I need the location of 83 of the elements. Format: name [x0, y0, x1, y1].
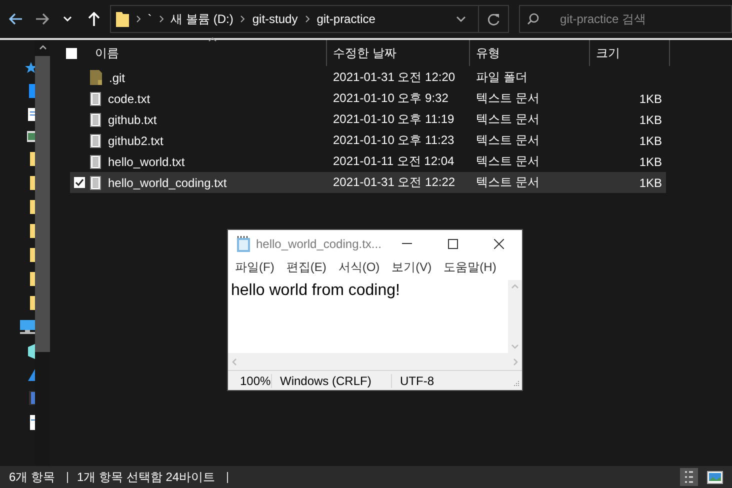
chevron-icon	[240, 15, 246, 23]
monitor-icon[interactable]	[20, 320, 35, 334]
selection-info: 1개 항목 선택함 24바이트	[77, 468, 216, 486]
menu-item[interactable]: 서식(O)	[333, 259, 385, 276]
text-file-icon	[90, 134, 101, 148]
file-row[interactable]: hello_world_coding.txt 2021-01-31 오전 12:22 텍스트 문서 1KB	[70, 172, 666, 193]
file-name[interactable]: hello_world_coding.txt	[108, 176, 227, 190]
file-type: 텍스트 문서	[475, 174, 540, 191]
status-text: UTF-8	[399, 374, 435, 388]
scrollbar-thumb[interactable]	[35, 56, 50, 352]
window-title: hello_world_coding.tx...	[256, 236, 382, 250]
details-list-icon[interactable]	[684, 470, 694, 484]
file-name[interactable]: github2.txt	[108, 134, 164, 148]
modified-date: 2021-01-10 오후 9:32	[332, 90, 450, 107]
folder-icon	[90, 70, 102, 85]
text-file-icon	[90, 176, 101, 190]
star-icon[interactable]	[25, 62, 35, 74]
modified-date: 2021-01-10 오후 11:19	[332, 111, 456, 128]
row-checkbox[interactable]	[74, 177, 84, 188]
text-file-icon	[90, 92, 101, 106]
file-size: 1KB	[638, 176, 663, 190]
file-row[interactable]: .git 2021-01-31 오전 12:20 파일 폴더	[70, 67, 666, 88]
document-icon[interactable]	[30, 415, 35, 430]
menu-item[interactable]: 파일(F)	[230, 259, 280, 276]
document-icon[interactable]	[28, 108, 35, 121]
folder-icon	[116, 11, 129, 27]
file-type: 텍스트 문서	[475, 90, 540, 107]
menu-item[interactable]: 보기(V)	[386, 259, 437, 276]
file-row[interactable]: hello_world.txt 2021-01-11 오전 12:04 텍스트 문서 1KB	[70, 151, 666, 172]
file-name[interactable]: code.txt	[108, 92, 150, 106]
image-icon[interactable]	[27, 131, 35, 142]
breadcrumb-item[interactable]: `	[148, 12, 152, 26]
column-header[interactable]: 크기	[590, 40, 670, 66]
notepad-icon	[236, 236, 251, 252]
details-view-button[interactable]	[680, 468, 698, 486]
search-field[interactable]: git-practice 검색	[519, 5, 732, 33]
status-text: 100%	[232, 374, 272, 388]
large-icons-view-button[interactable]	[706, 468, 724, 486]
file-size: 1KB	[638, 134, 663, 148]
scroll-up-icon[interactable]	[38, 45, 46, 50]
file-name[interactable]: github.txt	[108, 112, 157, 126]
breadcrumb-item[interactable]: git-practice	[316, 12, 376, 26]
modified-date: 2021-01-31 오전 12:22	[332, 174, 456, 191]
dropdown-caret-icon[interactable]	[456, 16, 466, 22]
file-row[interactable]: github.txt 2021-01-10 오후 11:19 텍스트 문서 1KB	[70, 109, 666, 130]
text-file-icon	[90, 112, 101, 126]
file-size: 1KB	[638, 112, 663, 126]
breadcrumb-item[interactable]: git-study	[252, 12, 298, 26]
chevron-icon	[304, 15, 310, 23]
close-icon[interactable]	[494, 238, 504, 248]
file-type: 텍스트 문서	[475, 111, 540, 128]
breadcrumb-item[interactable]: 새 볼륨 (D:)	[170, 10, 234, 28]
file-row[interactable]: github2.txt 2021-01-10 오후 11:23 텍스트 문서 1KB	[70, 130, 666, 151]
search-icon	[527, 13, 540, 25]
menu-item[interactable]: 도움말(H)	[438, 259, 502, 276]
modified-date: 2021-01-10 오후 11:23	[332, 132, 456, 149]
column-header[interactable]: 유형	[470, 40, 590, 66]
column-header[interactable]: 수정한 날짜	[327, 40, 470, 66]
file-name[interactable]: hello_world.txt	[108, 154, 185, 168]
modified-date: 2021-01-31 오전 12:20	[332, 69, 456, 86]
film-icon[interactable]	[29, 391, 35, 405]
file-size: 1KB	[638, 92, 663, 106]
maximize-icon[interactable]	[448, 238, 458, 248]
item-count: 6개 항목	[9, 468, 56, 486]
chevron-icon	[158, 15, 164, 23]
file-type: 파일 폴더	[475, 69, 528, 86]
file-type: 텍스트 문서	[475, 132, 540, 149]
refresh-icon[interactable]	[487, 12, 500, 26]
file-type: 텍스트 문서	[475, 153, 540, 170]
modified-date: 2021-01-11 오전 12:04	[332, 153, 456, 170]
caret-icon[interactable]	[63, 16, 72, 22]
chevron-icon	[136, 15, 141, 23]
menu-item[interactable]: 편집(E)	[281, 259, 332, 276]
file-row[interactable]: code.txt 2021-01-10 오후 9:32 텍스트 문서 1KB	[70, 88, 666, 109]
text-content[interactable]: hello world from coding!	[228, 280, 508, 353]
status-text: Windows (CRLF)	[272, 374, 392, 388]
resize-grip-icon[interactable]	[512, 380, 520, 388]
select-all-checkbox[interactable]	[66, 48, 77, 58]
column-header[interactable]: 이름	[89, 40, 327, 66]
file-size: 1KB	[638, 154, 663, 168]
file-name[interactable]: .git	[109, 70, 126, 84]
address-bar[interactable]: ` 새 볼륨 (D:) git-study git-practice	[110, 5, 510, 33]
text-file-icon	[90, 154, 101, 168]
